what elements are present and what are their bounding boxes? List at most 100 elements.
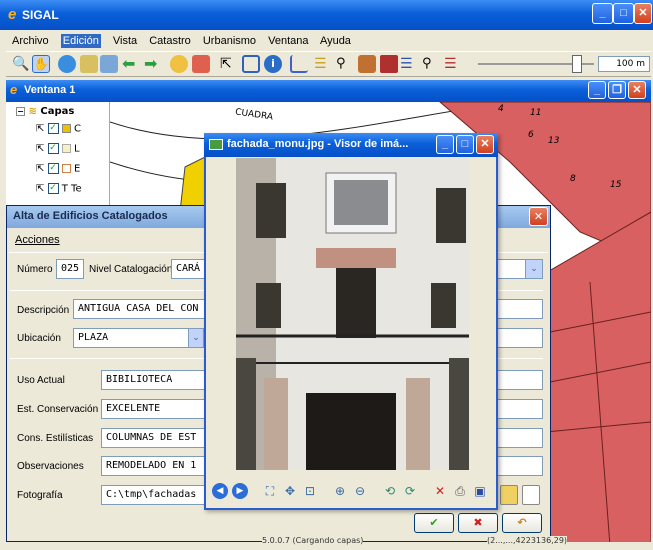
list3-icon[interactable]: ☰ [444, 55, 462, 73]
layer-checkbox[interactable]: ✓ [47, 163, 59, 174]
info-circle-icon[interactable]: i [264, 55, 282, 73]
collapse-icon[interactable]: − [16, 107, 25, 116]
undo-button[interactable]: ↶ [502, 513, 542, 533]
ubicacion-dropdown-button[interactable]: ⌄ [188, 328, 204, 348]
inner-close-button[interactable]: ✕ [628, 81, 646, 99]
status-right: (2...,...,4223136,29) [487, 536, 568, 545]
zoom-area-icon[interactable] [80, 55, 98, 73]
zoom-in-icon[interactable]: ⊕ [332, 483, 348, 499]
menu-ayuda[interactable]: Ayuda [320, 35, 351, 47]
zoom-icon[interactable]: 🔍 [12, 55, 30, 73]
layer-row[interactable]: ⇱ ✓ C [36, 123, 81, 139]
inner-logo-icon: e [10, 82, 18, 97]
layer-label: L [73, 143, 80, 155]
layer-checkbox[interactable]: ✓ [47, 183, 59, 194]
foto-view-icon[interactable] [522, 485, 540, 505]
layer-checkbox[interactable]: ✓ [47, 143, 59, 154]
box-icon[interactable] [358, 55, 376, 73]
ubicacion-label: Ubicación [17, 333, 61, 344]
move-icon[interactable]: ✥ [282, 483, 298, 499]
rotate-left-icon[interactable]: ⟲ [382, 483, 398, 499]
app-logo-icon: e [8, 6, 17, 23]
numero-field[interactable]: 025 [56, 259, 84, 279]
prev-image-icon[interactable]: ◀ [212, 483, 228, 499]
table-icon[interactable] [192, 55, 210, 73]
minimize-button[interactable]: _ [592, 3, 613, 24]
form-menu-acciones[interactable]: Acciones [15, 234, 60, 246]
cons-field[interactable]: COLUMNAS DE EST [101, 428, 206, 448]
fit-icon[interactable]: ⛶ [262, 483, 278, 499]
menu-edicion[interactable]: Edición [60, 34, 101, 48]
binoculars-icon[interactable]: ⚲ [336, 55, 354, 73]
foto-open-icon[interactable] [500, 485, 518, 505]
obs-field[interactable]: REMODELADO EN 1 [101, 456, 206, 476]
list-icon[interactable]: ☰ [314, 55, 332, 73]
descripcion-field[interactable]: ANTIGUA CASA DEL CON [73, 299, 206, 319]
viewer-title: fachada_monu.jpg - Visor de imá... [227, 138, 409, 150]
measure-icon[interactable] [290, 55, 308, 73]
viewer-minimize-button[interactable]: _ [436, 135, 454, 154]
zoom-out-icon[interactable]: ⊖ [352, 483, 368, 499]
viewer-title-bar: fachada_monu.jpg - Visor de imá... _ □ ✕ [204, 133, 498, 157]
inner-restore-button[interactable]: ❐ [608, 81, 626, 99]
next-image-icon[interactable]: ▶ [232, 483, 248, 499]
foto-field[interactable]: C:\tmp\fachadas [101, 485, 206, 505]
menu-archivo[interactable]: Archivo [12, 35, 49, 47]
map-number: 15 [610, 180, 622, 190]
crop-icon[interactable]: ⊡ [302, 483, 318, 499]
app-title: SIGAL [22, 8, 59, 22]
menu-ventana[interactable]: Ventana [268, 35, 308, 47]
layer-root[interactable]: − ≋ Capas [16, 106, 74, 117]
building-photo [236, 158, 469, 470]
menu-catastro[interactable]: Catastro [149, 35, 191, 47]
uso-field[interactable]: BIBILIOTECA [101, 370, 206, 390]
select-rect-icon[interactable] [242, 55, 260, 73]
save-icon[interactable]: ▣ [472, 483, 488, 499]
nivel-dropdown-button[interactable]: ⌄ [525, 259, 543, 279]
list2-icon[interactable]: ☰ [400, 55, 418, 73]
forward-arrow-icon[interactable]: ➡ [144, 55, 162, 73]
layer-swatch [61, 124, 71, 133]
nivel-select[interactable]: CARÁ [171, 259, 206, 279]
foto-label: Fotografía [17, 490, 63, 501]
print-icon[interactable]: ⎙ [452, 483, 468, 499]
info-icon[interactable] [170, 55, 188, 73]
layer-row[interactable]: ⇱ ✓ L [36, 143, 80, 159]
select-arrow-icon[interactable]: ⇱ [220, 55, 238, 73]
globe-icon[interactable] [58, 55, 76, 73]
building-icon[interactable] [380, 55, 398, 73]
viewer-maximize-button[interactable]: □ [456, 135, 474, 154]
form-close-button[interactable]: ✕ [529, 207, 548, 226]
close-button[interactable]: ✕ [634, 3, 652, 24]
back-arrow-icon[interactable]: ⬅ [122, 55, 140, 73]
zoom-slider-thumb[interactable] [571, 55, 582, 73]
maximize-button[interactable]: □ [613, 3, 634, 24]
estado-field[interactable]: EXCELENTE [101, 399, 206, 419]
ubicacion-select[interactable]: PLAZA [73, 328, 189, 348]
layer-row[interactable]: ⇱ ✓ E [36, 163, 80, 179]
layer-row[interactable]: ⇱ ✓ T Te [36, 183, 82, 199]
search2-icon[interactable]: ⚲ [422, 55, 440, 73]
map-number: 13 [548, 136, 560, 146]
descripcion-label: Descripción [17, 305, 70, 316]
layer-checkbox[interactable]: ✓ [47, 123, 59, 134]
cancel-button[interactable]: ✖ [458, 513, 498, 533]
menu-urbanismo[interactable]: Urbanismo [203, 35, 256, 47]
map-number: 4 [498, 104, 504, 114]
cons-label: Cons. Estilísticas [17, 433, 94, 444]
app-title-bar: e SIGAL _ □ ✕ [0, 0, 653, 30]
zoom-layer-icon[interactable] [100, 55, 118, 73]
layer-label: T Te [61, 183, 82, 195]
pan-icon[interactable]: ✋ [32, 55, 50, 73]
map-number: 8 [570, 174, 576, 184]
layer-label: E [73, 163, 81, 175]
numero-label: Número [17, 264, 53, 275]
delete-icon[interactable]: ✕ [432, 483, 448, 499]
rotate-right-icon[interactable]: ⟳ [402, 483, 418, 499]
inner-minimize-button[interactable]: _ [588, 81, 606, 99]
menu-vista[interactable]: Vista [113, 35, 137, 47]
accept-button[interactable]: ✔ [414, 513, 454, 533]
layers-label: Capas [40, 106, 75, 117]
scale-box: 100 m [598, 56, 650, 72]
viewer-close-button[interactable]: ✕ [476, 135, 494, 154]
